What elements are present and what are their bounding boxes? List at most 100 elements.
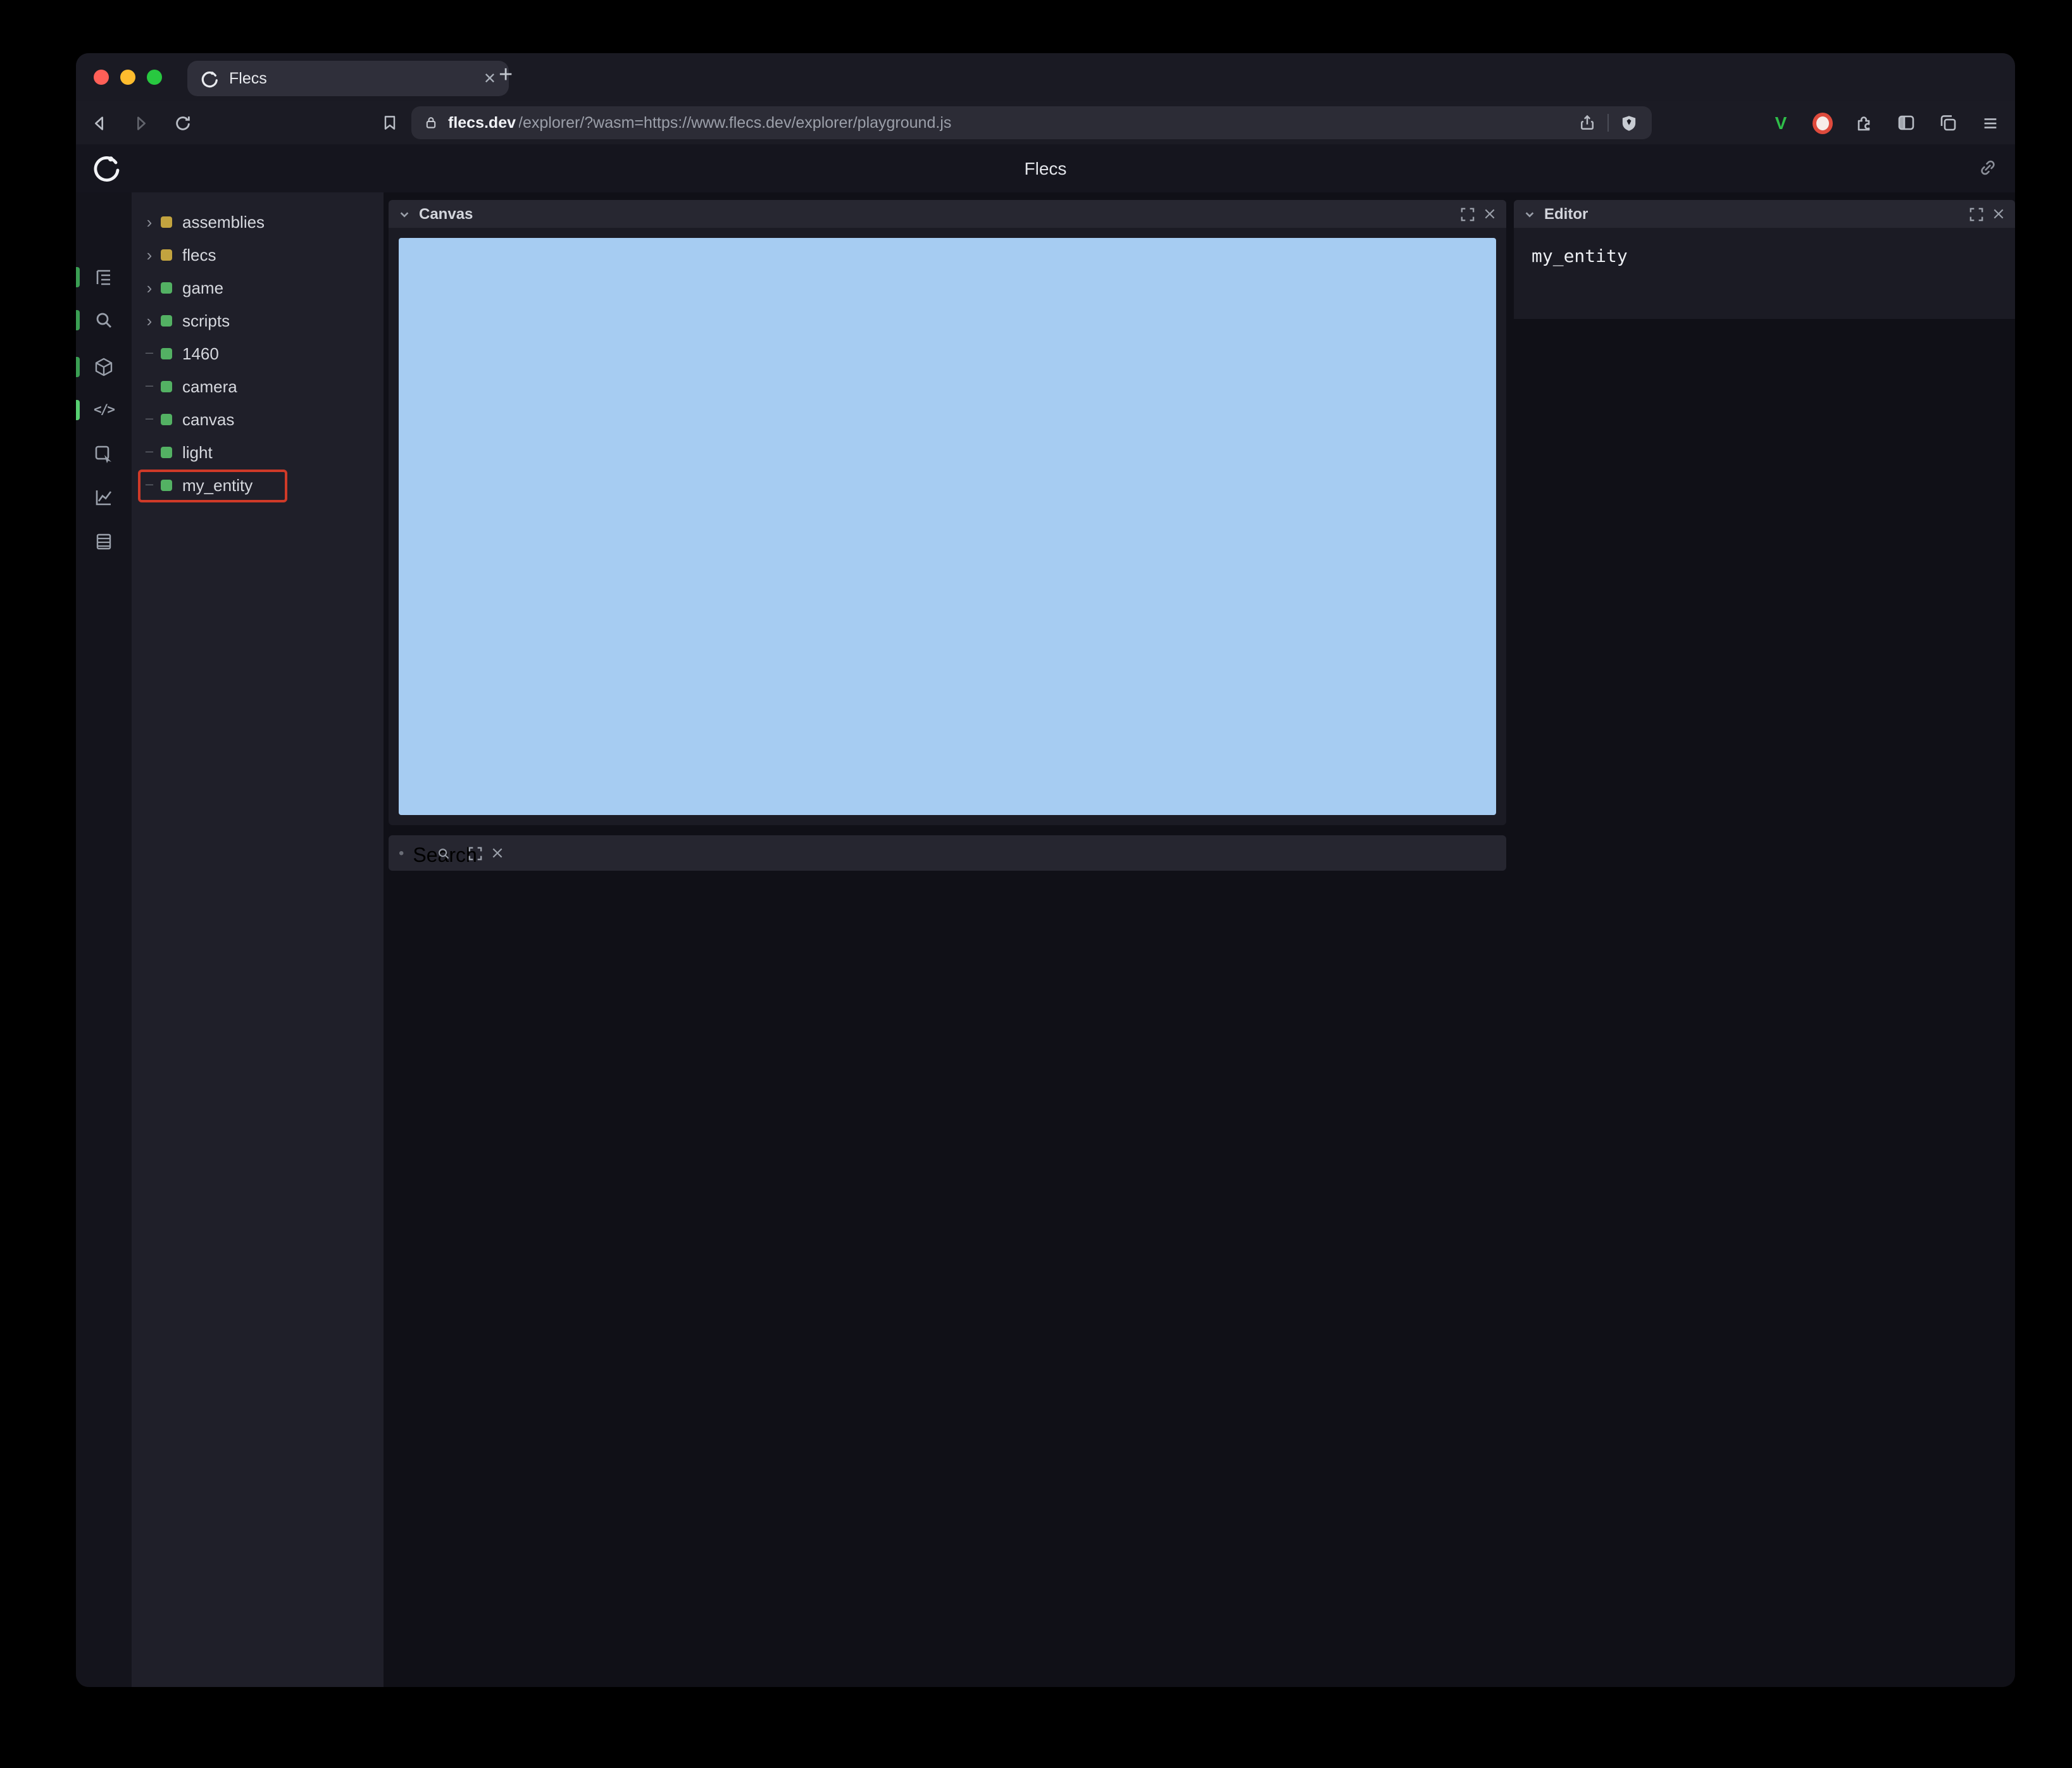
new-tab-button[interactable]: + [499, 63, 513, 87]
tree-row[interactable]: › scripts [132, 304, 384, 337]
tab-overview-icon[interactable] [1938, 113, 1958, 133]
tree-row[interactable]: – 1460 [132, 337, 384, 370]
expand-icon[interactable] [468, 846, 482, 860]
search-icon [437, 846, 451, 860]
entity-color-square [161, 314, 172, 326]
dash-icon: – [145, 345, 154, 360]
canvas-panel-title: Canvas [419, 205, 473, 223]
tree-row[interactable]: › flecs [132, 238, 384, 271]
canvas-panel-header: Canvas [389, 200, 1506, 228]
tree-row[interactable]: › assemblies [132, 205, 384, 238]
tree-item-label: my_entity [182, 475, 253, 494]
tab-title: Flecs [229, 70, 267, 87]
editor-panel-header: Editor [1514, 200, 2015, 228]
close-window-button[interactable] [94, 70, 109, 85]
bookmarks-icon[interactable] [380, 113, 400, 133]
bullet-icon: • [399, 844, 404, 862]
tree-item-label: light [182, 442, 213, 461]
tree-row[interactable]: – canvas [132, 402, 384, 435]
url-host: flecs.dev [448, 114, 516, 132]
chevron-right-icon[interactable]: › [142, 279, 157, 296]
dash-icon: – [145, 411, 154, 426]
lock-icon [424, 115, 438, 130]
app-title: Flecs [1024, 158, 1067, 178]
entity-color-square [161, 413, 172, 425]
dash-icon: – [145, 476, 154, 492]
tree-row[interactable]: › game [132, 271, 384, 304]
share-icon[interactable] [1577, 113, 1597, 133]
sidebar-toggle-icon[interactable] [1896, 113, 1916, 133]
code-editor-icon[interactable]: </> [94, 400, 115, 420]
tree-row-selected[interactable]: – my_entity [132, 468, 384, 502]
expand-icon[interactable] [1969, 207, 1983, 221]
search-tool-icon[interactable] [94, 310, 114, 330]
expand-icon[interactable] [1461, 207, 1475, 221]
tree-row[interactable]: – light [132, 435, 384, 468]
tool-rail: </> [76, 192, 132, 1687]
tree-row[interactable]: – camera [132, 370, 384, 402]
search-panel-header[interactable]: • Search [389, 835, 1506, 871]
entity-tree: › assemblies › flecs › game › scripts – … [132, 192, 384, 1687]
extension-v-icon[interactable]: V [1771, 113, 1791, 133]
entity-color-square [161, 380, 172, 392]
tree-item-label: camera [182, 377, 237, 395]
address-bar[interactable]: flecs.dev /explorer/?wasm=https://www.fl… [411, 106, 1652, 139]
extension-ring-icon[interactable] [1813, 112, 1833, 134]
close-icon[interactable] [491, 847, 504, 859]
tree-item-label: flecs [182, 245, 216, 264]
minimize-window-button[interactable] [120, 70, 135, 85]
screenshot-stage: Flecs ✕ + flecs.dev /explorer/?wasm=http… [0, 0, 2072, 1768]
entity-color-square [161, 446, 172, 458]
entity-color-square [161, 249, 172, 260]
chart-icon[interactable] [94, 487, 114, 507]
render-canvas[interactable] [399, 238, 1496, 815]
active-indicator [76, 267, 80, 287]
dash-icon: – [145, 444, 154, 459]
entity-color-square [161, 282, 172, 293]
chevron-down-icon[interactable] [1524, 208, 1535, 220]
tree-view-icon[interactable] [94, 267, 114, 287]
active-indicator [76, 400, 80, 420]
forward-button[interactable] [130, 113, 151, 133]
zoom-window-button[interactable] [147, 70, 162, 85]
search-panel-title: Search [413, 845, 477, 867]
center-column: Canvas • Search [389, 192, 1506, 1687]
stats-table-icon[interactable] [94, 532, 114, 552]
menu-hamburger-icon[interactable] [1980, 113, 2000, 133]
url-path: /explorer/?wasm=https://www.flecs.dev/ex… [518, 114, 952, 132]
entity-color-square [161, 479, 172, 490]
close-icon[interactable] [1992, 208, 2005, 220]
reload-button[interactable] [172, 113, 192, 133]
chevron-down-icon[interactable] [399, 208, 410, 220]
tab-favicon [200, 69, 219, 88]
link-icon[interactable] [1978, 158, 1997, 177]
chevron-right-icon[interactable]: › [142, 246, 157, 263]
inspector-icon[interactable] [94, 444, 114, 464]
tree-item-label: canvas [182, 409, 235, 428]
editor-panel-body[interactable]: my_entity [1514, 228, 2015, 319]
browser-toolbar: flecs.dev /explorer/?wasm=https://www.fl… [76, 101, 2015, 144]
divider [1607, 114, 1609, 132]
tab-strip: Flecs ✕ + [76, 53, 2015, 101]
brave-shield-icon[interactable] [1619, 113, 1639, 133]
tree-item-label: 1460 [182, 344, 219, 363]
entity-color-square [161, 347, 172, 359]
canvas-panel-body [389, 228, 1506, 825]
entity-color-square [161, 216, 172, 227]
chevron-right-icon[interactable]: › [142, 213, 157, 230]
back-button[interactable] [89, 113, 109, 133]
app-header: Flecs [76, 144, 2015, 194]
active-indicator [76, 310, 80, 330]
close-icon[interactable] [1483, 208, 1496, 220]
tab-close-icon[interactable]: ✕ [484, 71, 496, 86]
chevron-right-icon[interactable]: › [142, 312, 157, 328]
tree-item-label: assemblies [182, 212, 265, 231]
browser-tab[interactable]: Flecs ✕ [187, 61, 509, 96]
editor-panel-title: Editor [1544, 205, 1588, 223]
entities-cube-icon[interactable] [94, 357, 114, 377]
app-content: </> › assemblies › flecs › game › script… [76, 192, 2015, 1687]
dash-icon: – [145, 378, 154, 393]
browser-window: Flecs ✕ + flecs.dev /explorer/?wasm=http… [76, 53, 2015, 1687]
extensions-puzzle-icon[interactable] [1854, 113, 1875, 133]
editor-content[interactable]: my_entity [1532, 247, 1628, 267]
